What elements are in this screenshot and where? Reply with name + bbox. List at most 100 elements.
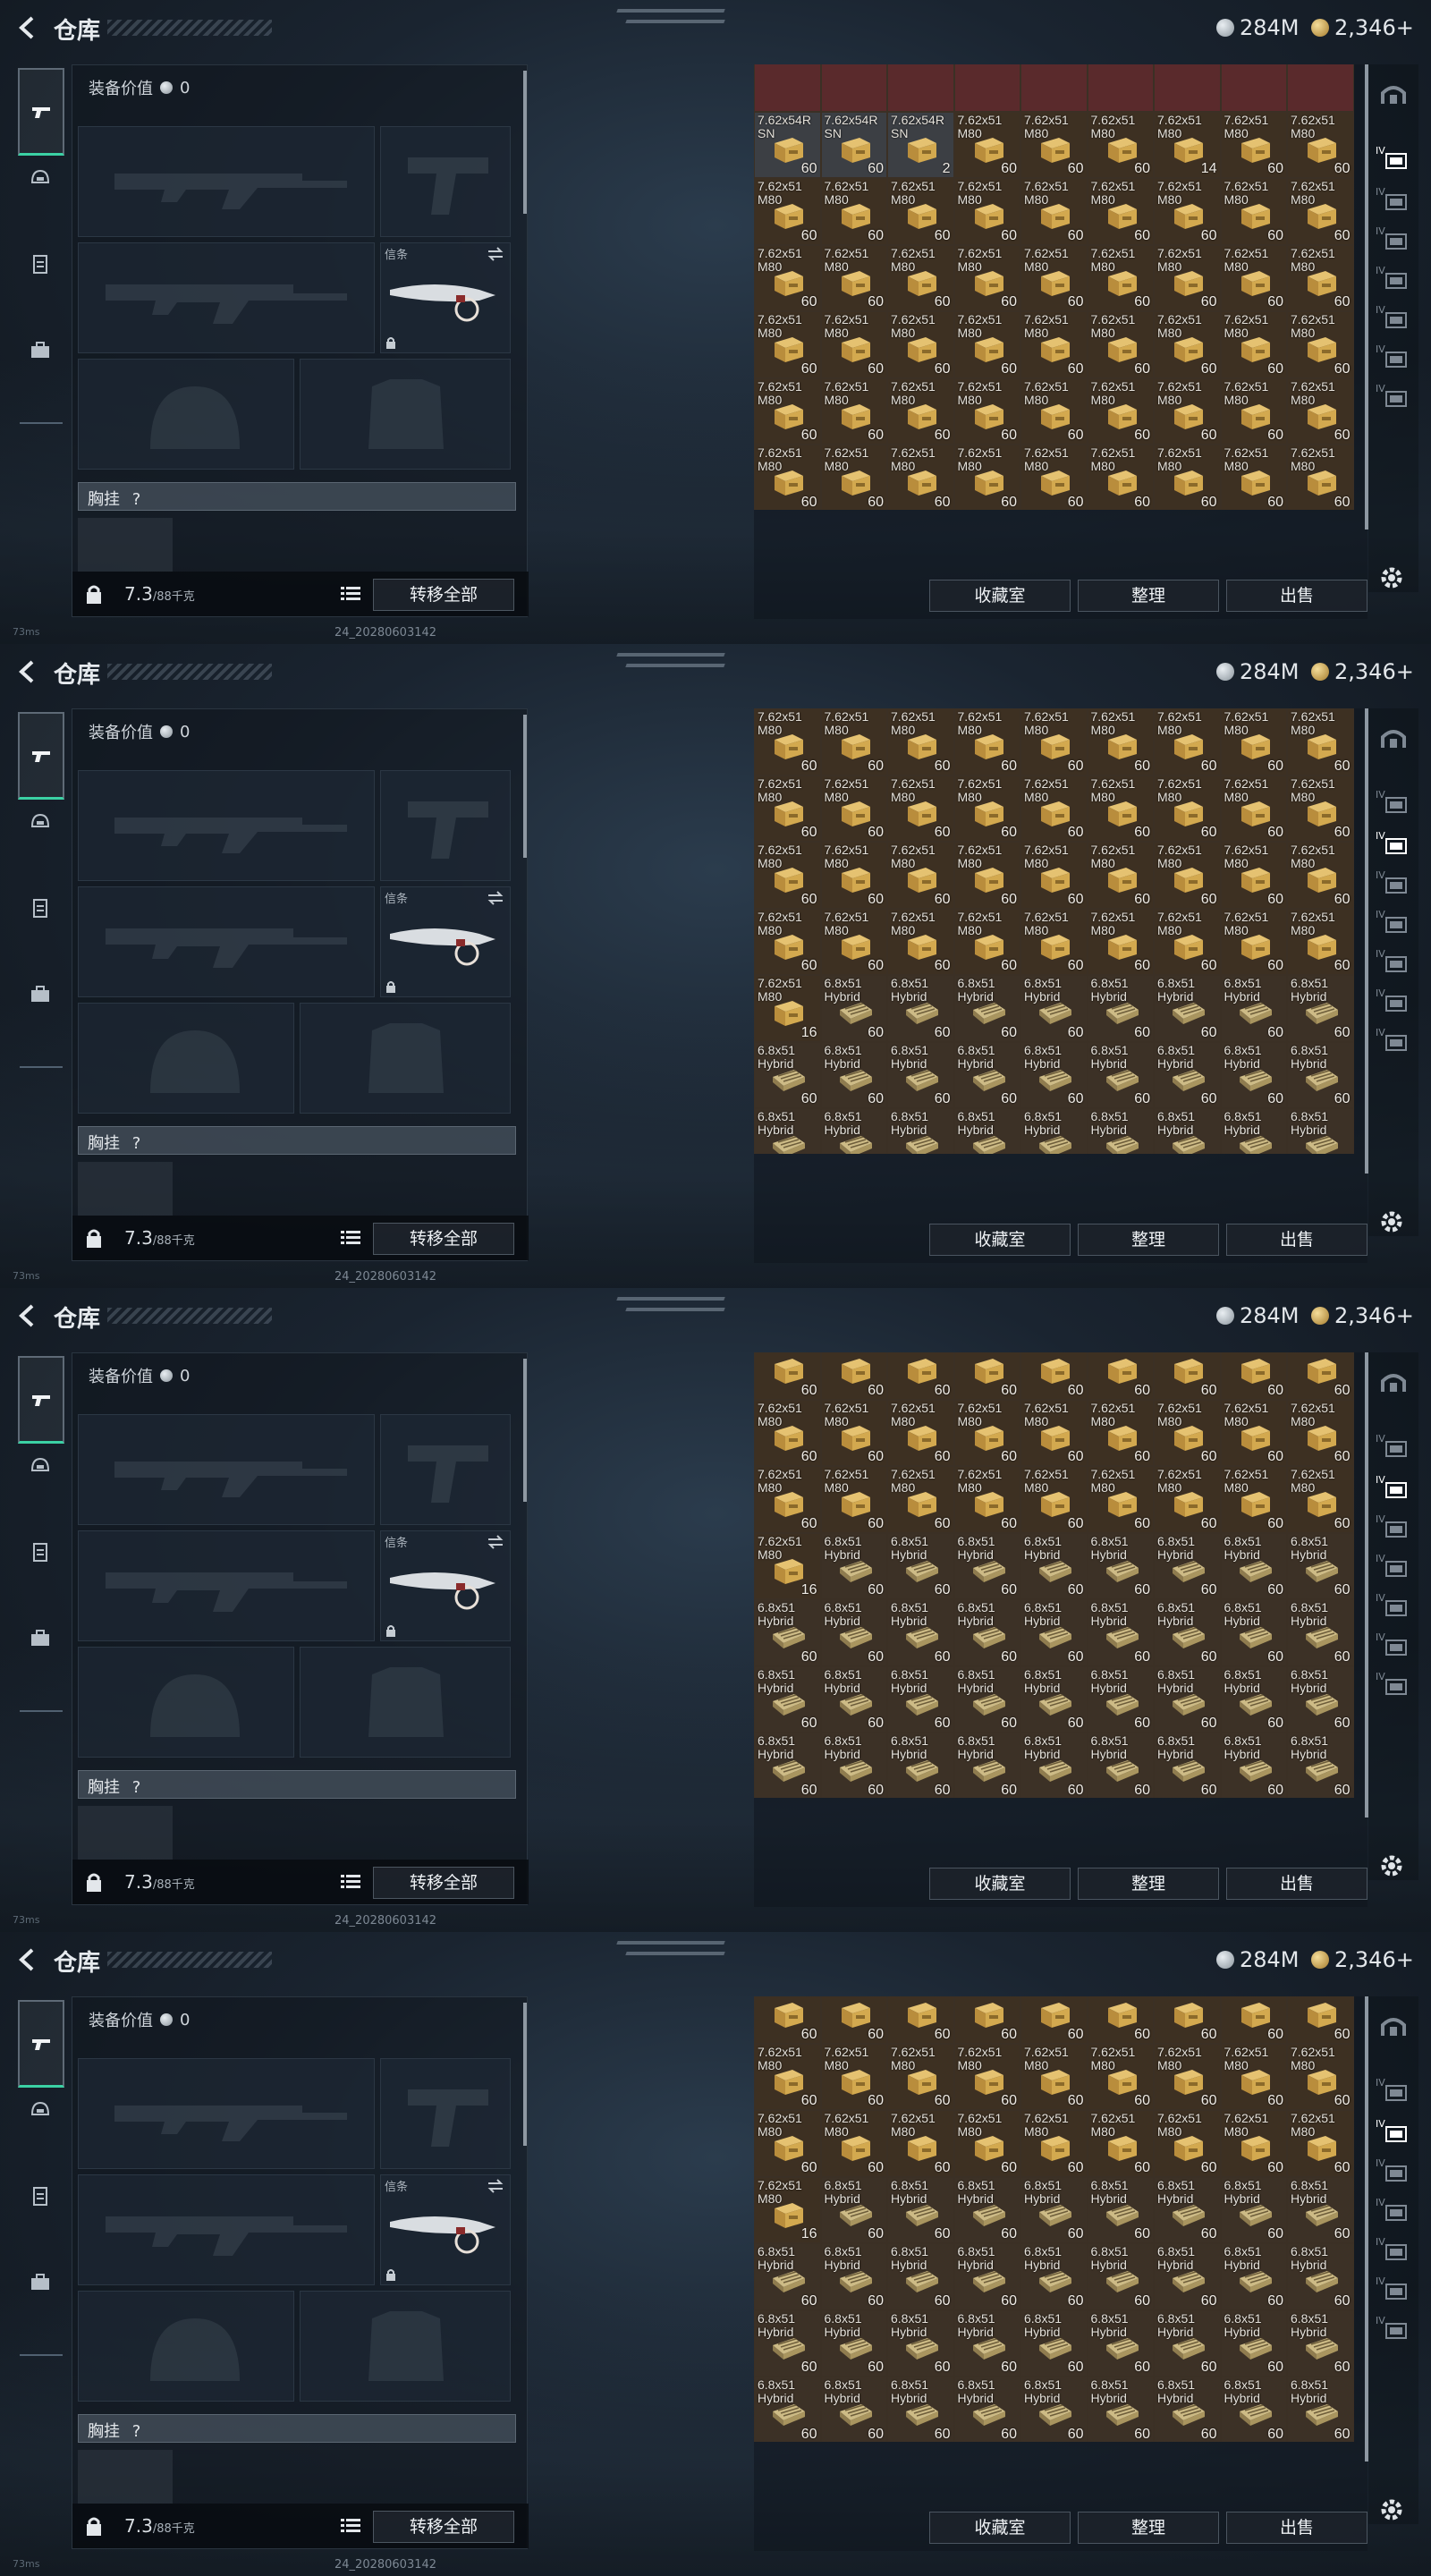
- storage-item[interactable]: 6.8x51 Hybrid60: [887, 1733, 954, 1798]
- storage-item[interactable]: 6.8x51 Hybrid60: [754, 1041, 821, 1108]
- secondary-weapon-slot[interactable]: [78, 1530, 375, 1641]
- storage-item[interactable]: 7.62x51 M80 60: [754, 908, 821, 975]
- storage-item[interactable]: 7.62x51 M80 60: [1220, 1399, 1287, 1466]
- storage-item[interactable]: 7.62x51 M80 60: [953, 2110, 1020, 2177]
- storage-item[interactable]: 7.62x51 M80 60: [820, 908, 887, 975]
- storage-item[interactable]: 7.62x51 M80 60: [1154, 908, 1221, 975]
- storage-item[interactable]: 20: [1154, 64, 1221, 112]
- helmet-slot[interactable]: [78, 359, 294, 470]
- storage-item[interactable]: 7.62x51 M80 60: [1087, 377, 1154, 445]
- back-button[interactable]: [13, 1301, 43, 1331]
- primary-weapon-slot[interactable]: [78, 1414, 375, 1525]
- list-icon[interactable]: [341, 1874, 360, 1890]
- storage-item[interactable]: 7.62x51 M80 60: [1087, 244, 1154, 311]
- storage-item[interactable]: 6.8x51 Hybrid60: [1020, 1599, 1088, 1666]
- storage-item[interactable]: 7.62x51 M80 60: [1287, 377, 1354, 445]
- storage-tab-5[interactable]: IV: [1374, 945, 1413, 980]
- storage-item[interactable]: 7.62x51 M80 60: [1154, 2043, 1221, 2110]
- storage-item[interactable]: 7.62x51 M80 60: [1287, 311, 1354, 378]
- tab-vest[interactable]: [20, 887, 61, 928]
- storage-tab-2[interactable]: IV: [1374, 826, 1413, 862]
- storage-item[interactable]: 7.62x51 M80 60: [1020, 1466, 1088, 1533]
- sell-button[interactable]: 出售: [1226, 1224, 1367, 1256]
- storage-item[interactable]: 7.62x51 M80 60: [1287, 842, 1354, 909]
- tab-helmet[interactable]: [20, 157, 61, 199]
- storage-tab-1[interactable]: IV: [1374, 1429, 1413, 1465]
- storage-item[interactable]: 6.8x51 Hybrid60: [1154, 1665, 1221, 1733]
- storage-tab-safe[interactable]: [1374, 2011, 1413, 2046]
- storage-item[interactable]: 6.8x51 Hybrid60: [1020, 2243, 1088, 2310]
- storage-item[interactable]: 6.8x51 Hybrid60: [1020, 2176, 1088, 2243]
- body-armor-slot[interactable]: [300, 359, 511, 470]
- back-button[interactable]: [13, 657, 43, 687]
- chest-rig-help[interactable]: ?: [132, 2422, 141, 2441]
- secondary-weapon-slot[interactable]: [78, 2174, 375, 2285]
- storage-tab-2[interactable]: IV: [1374, 182, 1413, 218]
- storage-item[interactable]: 7.62x51 M80 60: [1087, 111, 1154, 178]
- equipment-scrollbar[interactable]: [523, 715, 527, 858]
- storage-item[interactable]: 6.8x51 Hybrid60: [887, 1108, 954, 1154]
- helmet-slot[interactable]: [78, 1647, 294, 1758]
- gold-currency[interactable]: 2,346+: [1311, 1302, 1414, 1329]
- chest-rig-help[interactable]: ?: [132, 1134, 141, 1153]
- storage-item[interactable]: 6.8x51 Hybrid60: [1220, 1532, 1287, 1599]
- storage-item[interactable]: 6.8x51 Hybrid60: [1020, 1733, 1088, 1798]
- storage-item[interactable]: 7.62x51 M80 60: [1020, 244, 1088, 311]
- storage-item[interactable]: 6.8x51 Hybrid60: [1220, 1108, 1287, 1154]
- storage-item[interactable]: 20: [887, 64, 954, 112]
- storage-item[interactable]: 6.8x51 Hybrid60: [1220, 975, 1287, 1042]
- storage-item[interactable]: 7.62x51 M80 60: [1220, 842, 1287, 909]
- equipment-scrollbar[interactable]: [523, 2003, 527, 2146]
- storage-item[interactable]: 6.8x51 Hybrid60: [820, 1599, 887, 1666]
- storage-item[interactable]: 7.62x51 M80 60: [1020, 708, 1088, 775]
- storage-item[interactable]: 7.62x51 M80 60: [754, 1399, 821, 1466]
- tab-weapons[interactable]: [18, 2000, 64, 2088]
- storage-item[interactable]: 7.62x51 M80 60: [1020, 2043, 1088, 2110]
- storage-item[interactable]: 6.8x51 Hybrid60: [1287, 2309, 1354, 2377]
- storage-tab-safe[interactable]: [1374, 79, 1413, 114]
- sidearm-slot[interactable]: [380, 2058, 511, 2169]
- storage-item[interactable]: 6.8x51 Hybrid60: [953, 2309, 1020, 2377]
- storage-item[interactable]: 6.8x51 Hybrid60: [1220, 2243, 1287, 2310]
- storage-item[interactable]: 7.62x51 M80 60: [1154, 178, 1221, 245]
- storage-item[interactable]: 7.62x51 M80 60: [887, 842, 954, 909]
- storage-item[interactable]: 6.8x51 Hybrid60: [1287, 2377, 1354, 2442]
- storage-item[interactable]: 60: [1087, 1352, 1154, 1400]
- primary-weapon-slot[interactable]: [78, 2058, 375, 2169]
- storage-item[interactable]: 7.62x51 M80 60: [820, 1399, 887, 1466]
- chest-rig-header[interactable]: 胸挂 ?: [78, 1770, 516, 1799]
- storage-item[interactable]: 6.8x51 Hybrid60: [1287, 2243, 1354, 2310]
- helmet-slot[interactable]: [78, 2291, 294, 2402]
- storage-item[interactable]: 6.8x51 Hybrid60: [1020, 1108, 1088, 1154]
- storage-item[interactable]: 7.62x51 M80 60: [1287, 445, 1354, 510]
- melee-slot[interactable]: 信条: [380, 2174, 511, 2285]
- storage-item[interactable]: 7.62x51 M80 60: [754, 244, 821, 311]
- storage-item[interactable]: 60: [754, 1352, 821, 1400]
- storage-item[interactable]: 7.62x51 M80 60: [1020, 377, 1088, 445]
- storage-item[interactable]: 7.62x51 M80 60: [1020, 1399, 1088, 1466]
- storage-item[interactable]: 7.62x51 M80 60: [1154, 842, 1221, 909]
- storage-item[interactable]: 7.62x51 M80 60: [887, 311, 954, 378]
- storage-item[interactable]: 7.62x51 M80 60: [1287, 244, 1354, 311]
- storage-item[interactable]: 7.62x51 M80 60: [820, 708, 887, 775]
- storage-item[interactable]: 7.62x51 M80 60: [953, 445, 1020, 510]
- chest-rig-help[interactable]: ?: [132, 490, 141, 509]
- storage-tab-1[interactable]: IV: [1374, 2073, 1413, 2109]
- storage-item[interactable]: 7.62x51 M80 60: [754, 842, 821, 909]
- sidearm-slot[interactable]: [380, 1414, 511, 1525]
- back-button[interactable]: [13, 1945, 43, 1975]
- sidearm-slot[interactable]: [380, 770, 511, 881]
- storage-item[interactable]: 7.62x51 M80 60: [887, 775, 954, 842]
- lock-icon[interactable]: [85, 1872, 103, 1892]
- storage-item[interactable]: 6.8x51 Hybrid60: [820, 1041, 887, 1108]
- list-icon[interactable]: [341, 2518, 360, 2534]
- storage-item[interactable]: 7.62x51 M80 60: [953, 111, 1020, 178]
- tab-vest[interactable]: [20, 2175, 61, 2216]
- storage-item[interactable]: 7.62x51 M80 60: [1220, 708, 1287, 775]
- storage-tab-1[interactable]: IV: [1374, 785, 1413, 821]
- gear-icon[interactable]: [1377, 1208, 1406, 1236]
- storage-item[interactable]: 6.8x51 Hybrid60: [1287, 1532, 1354, 1599]
- storage-item[interactable]: 6.8x51 Hybrid60: [1154, 2377, 1221, 2442]
- storage-item[interactable]: 6.8x51 Hybrid60: [820, 2176, 887, 2243]
- tab-vest[interactable]: [20, 1531, 61, 1572]
